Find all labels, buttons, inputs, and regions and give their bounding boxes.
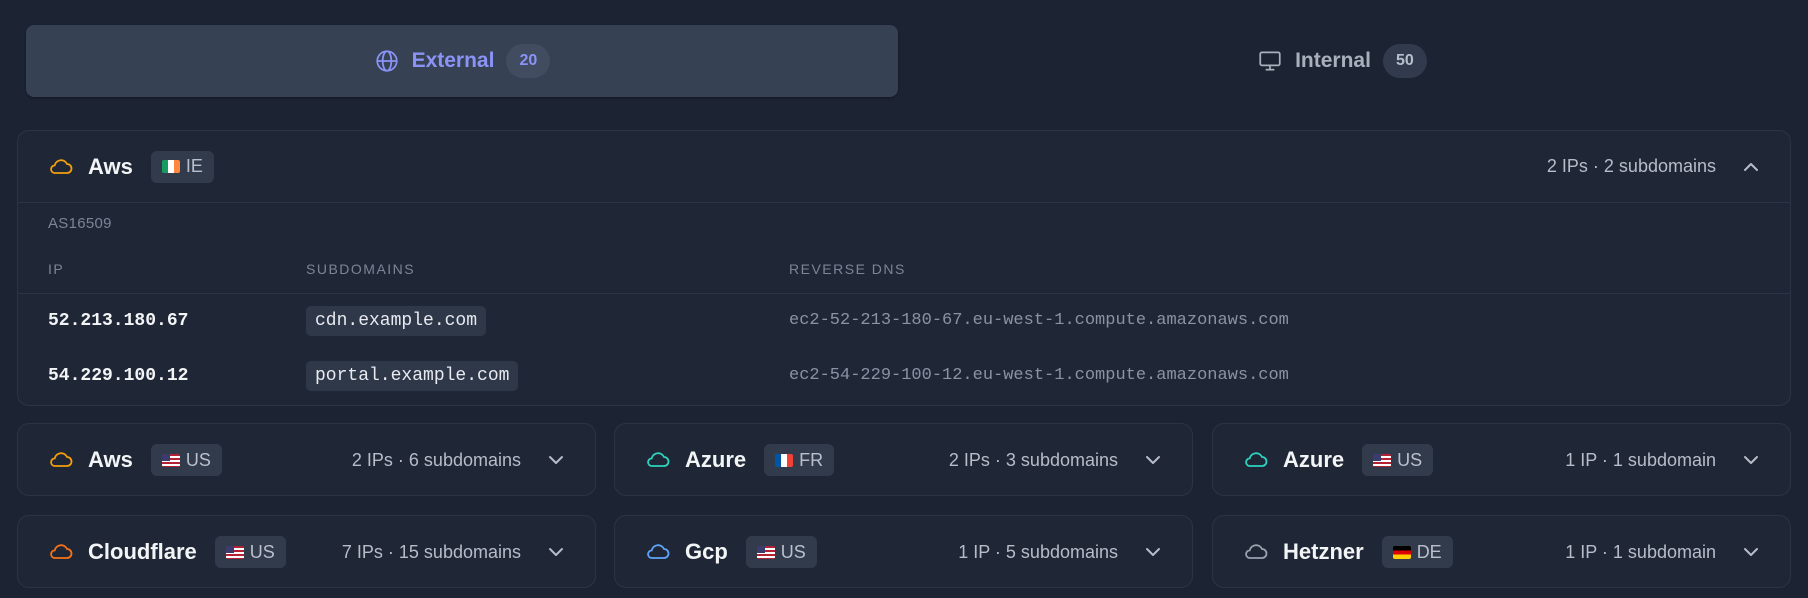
cloud-icon xyxy=(1245,544,1268,559)
ip-inventory-panel: External 20 Internal 50 Aws IE 2 IPs · 2… xyxy=(0,0,1808,598)
reverse-dns: ec2-54-229-100-12.eu-west-1.compute.amaz… xyxy=(789,366,1289,385)
cloud-icon xyxy=(50,452,73,467)
chevron-down-icon[interactable] xyxy=(547,543,565,561)
monitor-icon xyxy=(1259,51,1281,71)
country-code: IE xyxy=(185,156,203,176)
tab-internal-label: Internal xyxy=(1295,49,1371,72)
country-badge: US xyxy=(150,444,222,476)
provider-stats: 1 IP · 1 subdomain xyxy=(1565,541,1716,562)
country-badge: US xyxy=(214,536,286,568)
country-code: US xyxy=(185,449,211,470)
ip-address: 54.229.100.12 xyxy=(48,366,189,386)
subdomain-chip: cdn.example.com xyxy=(306,306,487,336)
cloud-icon xyxy=(647,544,670,559)
provider-card-header[interactable]: Aws IE 2 IPs · 2 subdomains xyxy=(18,131,1790,203)
country-code: US xyxy=(249,541,275,562)
provider-stats: 1 IP · 5 subdomains xyxy=(958,541,1118,562)
ip-address: 52.213.180.67 xyxy=(48,311,189,331)
tab-external[interactable]: External 20 xyxy=(26,25,898,97)
provider-stats: 1 IP · 1 subdomain xyxy=(1565,449,1716,470)
country-code: US xyxy=(780,541,806,562)
provider-stats: 2 IPs · 6 subdomains xyxy=(351,449,521,470)
column-header-subdomains: SUBDOMAINS xyxy=(306,261,416,277)
provider-card[interactable]: Aws US 2 IPs · 6 subdomains xyxy=(17,423,596,496)
provider-name: Azure xyxy=(685,447,747,472)
chevron-up-icon[interactable] xyxy=(1742,158,1760,176)
country-badge: DE xyxy=(1381,536,1453,568)
tab-internal-count: 50 xyxy=(1382,44,1427,78)
tab-external-label: External xyxy=(411,49,495,72)
provider-stats: 2 IPs · 2 subdomains xyxy=(1546,156,1716,176)
tab-external-count: 20 xyxy=(506,44,551,78)
subdomain-chip: portal.example.com xyxy=(306,361,519,391)
flag-us-icon xyxy=(1373,453,1392,467)
provider-card[interactable]: Hetzner DE 1 IP · 1 subdomain xyxy=(1212,515,1791,588)
tab-internal[interactable]: Internal 50 xyxy=(906,25,1778,97)
country-badge: IE xyxy=(150,150,214,183)
provider-name: Aws xyxy=(88,447,133,472)
globe-icon xyxy=(375,50,398,72)
chevron-down-icon[interactable] xyxy=(547,451,565,469)
cloud-icon xyxy=(1245,452,1268,467)
cloud-icon xyxy=(50,544,73,559)
chevron-down-icon[interactable] xyxy=(1742,543,1760,561)
country-code: FR xyxy=(799,449,824,470)
provider-card-expanded: Aws IE 2 IPs · 2 subdomains AS16509 IP S… xyxy=(17,130,1791,406)
flag-fr-icon xyxy=(775,453,794,467)
provider-card[interactable]: Azure FR 2 IPs · 3 subdomains xyxy=(614,423,1193,496)
provider-card[interactable]: Cloudflare US 7 IPs · 15 subdomains xyxy=(17,515,596,588)
flag-de-icon xyxy=(1392,545,1411,559)
cloud-icon xyxy=(647,452,670,467)
country-badge: US xyxy=(745,536,817,568)
column-header-ip: IP xyxy=(48,261,65,277)
provider-name: Aws xyxy=(88,153,133,179)
reverse-dns: ec2-52-213-180-67.eu-west-1.compute.amaz… xyxy=(789,311,1289,330)
tab-bar: External 20 Internal 50 xyxy=(26,25,1778,97)
provider-card[interactable]: Gcp US 1 IP · 5 subdomains xyxy=(614,515,1193,588)
provider-name: Gcp xyxy=(685,539,728,564)
country-code: DE xyxy=(1416,541,1442,562)
chevron-down-icon[interactable] xyxy=(1144,543,1162,561)
flag-us-icon xyxy=(756,545,775,559)
chevron-down-icon[interactable] xyxy=(1742,451,1760,469)
chevron-down-icon[interactable] xyxy=(1144,451,1162,469)
country-badge: US xyxy=(1362,444,1434,476)
provider-stats: 7 IPs · 15 subdomains xyxy=(341,541,521,562)
flag-us-icon xyxy=(161,453,180,467)
table-row: 54.229.100.12 portal.example.com ec2-54-… xyxy=(18,349,1790,404)
cloud-icon xyxy=(50,158,73,174)
asn-label: AS16509 xyxy=(48,215,112,232)
flag-us-icon xyxy=(225,545,244,559)
provider-card[interactable]: Azure US 1 IP · 1 subdomain xyxy=(1212,423,1791,496)
country-badge: FR xyxy=(764,444,835,476)
provider-name: Hetzner xyxy=(1283,539,1364,564)
provider-name: Azure xyxy=(1283,447,1345,472)
provider-stats: 2 IPs · 3 subdomains xyxy=(948,449,1118,470)
flag-ie-icon xyxy=(161,160,180,173)
country-code: US xyxy=(1397,449,1423,470)
column-header-reverse-dns: REVERSE DNS xyxy=(789,261,906,277)
table-row: 52.213.180.67 cdn.example.com ec2-52-213… xyxy=(18,294,1790,349)
provider-name: Cloudflare xyxy=(88,539,197,564)
